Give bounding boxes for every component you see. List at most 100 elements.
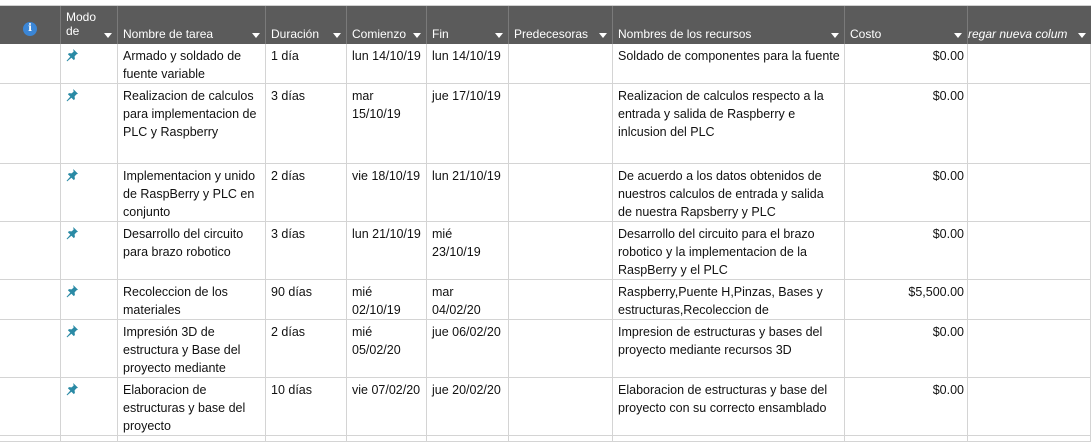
- mode-cell[interactable]: [61, 378, 118, 435]
- chevron-down-icon[interactable]: [599, 33, 607, 38]
- task-name-cell[interactable]: Desarrollo del circuito para brazo robot…: [118, 222, 266, 279]
- task-name-cell[interactable]: Realizacion de calculos para implementac…: [118, 84, 266, 163]
- predecessors-cell[interactable]: [509, 164, 613, 221]
- finish-cell[interactable]: jue 17/10/19: [427, 84, 509, 163]
- finish-cell[interactable]: lun 14/10/19: [427, 44, 509, 83]
- resources-cell[interactable]: Soldado de componentes para la fuente: [613, 44, 845, 83]
- predecessors-cell[interactable]: [509, 320, 613, 377]
- start-cell[interactable]: mié 02/10/19: [347, 280, 427, 319]
- predecessors-cell[interactable]: [509, 222, 613, 279]
- start-cell[interactable]: lun 21/10/19: [347, 222, 427, 279]
- chevron-down-icon[interactable]: [831, 33, 839, 38]
- cost-cell[interactable]: $5,500.00: [845, 280, 968, 319]
- row-indicator-cell[interactable]: [0, 164, 61, 221]
- row-indicator-cell[interactable]: [0, 378, 61, 435]
- empty-cell[interactable]: [0, 436, 61, 441]
- task-name-cell[interactable]: Impresión 3D de estructura y Base del pr…: [118, 320, 266, 377]
- mode-cell[interactable]: [61, 222, 118, 279]
- empty-cell[interactable]: [266, 436, 347, 441]
- predecessors-cell[interactable]: [509, 84, 613, 163]
- chevron-down-icon[interactable]: [954, 33, 962, 38]
- duration-cell[interactable]: 3 días: [266, 222, 347, 279]
- empty-cell[interactable]: [968, 436, 1091, 441]
- resources-cell[interactable]: Impresion de estructuras y bases del pro…: [613, 320, 845, 377]
- chevron-down-icon[interactable]: [104, 33, 112, 38]
- empty-cell[interactable]: [613, 436, 845, 441]
- row-indicator-cell[interactable]: [0, 280, 61, 319]
- duration-cell[interactable]: 3 días: [266, 84, 347, 163]
- chevron-down-icon[interactable]: [252, 33, 260, 38]
- finish-cell[interactable]: jue 20/02/20: [427, 378, 509, 435]
- finish-cell[interactable]: lun 21/10/19: [427, 164, 509, 221]
- empty-cell[interactable]: [347, 436, 427, 441]
- cost-cell[interactable]: $0.00: [845, 320, 968, 377]
- duration-cell[interactable]: 2 días: [266, 320, 347, 377]
- predecessors-cell[interactable]: [509, 44, 613, 83]
- table-row[interactable]: Implementacion y unido de RaspBerry y PL…: [0, 164, 1091, 222]
- empty-cell[interactable]: [845, 436, 968, 441]
- duration-cell[interactable]: 10 días: [266, 378, 347, 435]
- finish-cell[interactable]: mar 04/02/20: [427, 280, 509, 319]
- task-name-cell[interactable]: Elaboracion de estructuras y base del pr…: [118, 378, 266, 435]
- header-recursos[interactable]: Nombres de los recursos: [613, 6, 845, 44]
- table-row[interactable]: Recoleccion de los materiales 90 días mié …: [0, 280, 1091, 320]
- empty-cell[interactable]: [427, 436, 509, 441]
- cost-cell[interactable]: $0.00: [845, 164, 968, 221]
- table-row[interactable]: Armado y soldado de fuente variable 1 día…: [0, 44, 1091, 84]
- duration-cell[interactable]: 2 días: [266, 164, 347, 221]
- table-row[interactable]: Elaboracion de estructuras y base del pr…: [0, 378, 1091, 436]
- mode-cell[interactable]: [61, 84, 118, 163]
- header-comienzo[interactable]: Comienzo: [347, 6, 427, 44]
- add-column-cell[interactable]: [968, 378, 1091, 435]
- task-name-cell[interactable]: Armado y soldado de fuente variable: [118, 44, 266, 83]
- finish-cell[interactable]: mié 23/10/19: [427, 222, 509, 279]
- add-column-cell[interactable]: [968, 164, 1091, 221]
- resources-cell[interactable]: Desarrollo del circuito para el brazo ro…: [613, 222, 845, 279]
- add-column-cell[interactable]: [968, 44, 1091, 83]
- header-nombre[interactable]: Nombre de tarea: [118, 6, 266, 44]
- mode-cell[interactable]: [61, 280, 118, 319]
- resources-cell[interactable]: Realizacion de calculos respecto a la en…: [613, 84, 845, 163]
- header-costo[interactable]: Costo: [845, 6, 968, 44]
- resources-cell[interactable]: Raspberry,Puente H,Pinzas, Bases y estru…: [613, 280, 845, 319]
- empty-cell[interactable]: [61, 436, 118, 441]
- cost-cell[interactable]: $0.00: [845, 222, 968, 279]
- row-indicator-cell[interactable]: [0, 320, 61, 377]
- row-indicator-cell[interactable]: [0, 44, 61, 83]
- header-modo[interactable]: Modo de: [61, 6, 118, 44]
- table-row[interactable]: Desarrollo del circuito para brazo robot…: [0, 222, 1091, 280]
- add-column-cell[interactable]: [968, 280, 1091, 319]
- header-fin[interactable]: Fin: [427, 6, 509, 44]
- chevron-down-icon[interactable]: [413, 33, 421, 38]
- cost-cell[interactable]: $0.00: [845, 44, 968, 83]
- empty-cell[interactable]: [509, 436, 613, 441]
- start-cell[interactable]: mié 05/02/20: [347, 320, 427, 377]
- start-cell[interactable]: vie 07/02/20: [347, 378, 427, 435]
- duration-cell[interactable]: 1 día: [266, 44, 347, 83]
- chevron-down-icon[interactable]: [333, 33, 341, 38]
- header-add-column[interactable]: regar nueva colum: [968, 6, 1091, 44]
- start-cell[interactable]: lun 14/10/19: [347, 44, 427, 83]
- start-cell[interactable]: vie 18/10/19: [347, 164, 427, 221]
- row-indicator-cell[interactable]: [0, 84, 61, 163]
- task-name-cell[interactable]: Recoleccion de los materiales: [118, 280, 266, 319]
- mode-cell[interactable]: [61, 44, 118, 83]
- header-predecesoras[interactable]: Predecesoras: [509, 6, 613, 44]
- empty-row[interactable]: [0, 436, 1091, 442]
- add-column-cell[interactable]: [968, 84, 1091, 163]
- resources-cell[interactable]: De acuerdo a los datos obtenidos de nues…: [613, 164, 845, 221]
- row-indicator-cell[interactable]: [0, 222, 61, 279]
- chevron-down-icon[interactable]: [495, 33, 503, 38]
- add-column-cell[interactable]: [968, 320, 1091, 377]
- header-indicators[interactable]: i: [0, 6, 61, 44]
- table-row[interactable]: Realizacion de calculos para implementac…: [0, 84, 1091, 164]
- add-column-cell[interactable]: [968, 222, 1091, 279]
- header-duracion[interactable]: Duración: [266, 6, 347, 44]
- duration-cell[interactable]: 90 días: [266, 280, 347, 319]
- resources-cell[interactable]: Elaboracion de estructuras y base del pr…: [613, 378, 845, 435]
- table-row[interactable]: Impresión 3D de estructura y Base del pr…: [0, 320, 1091, 378]
- finish-cell[interactable]: jue 06/02/20: [427, 320, 509, 377]
- empty-cell[interactable]: [118, 436, 266, 441]
- cost-cell[interactable]: $0.00: [845, 378, 968, 435]
- task-name-cell[interactable]: Implementacion y unido de RaspBerry y PL…: [118, 164, 266, 221]
